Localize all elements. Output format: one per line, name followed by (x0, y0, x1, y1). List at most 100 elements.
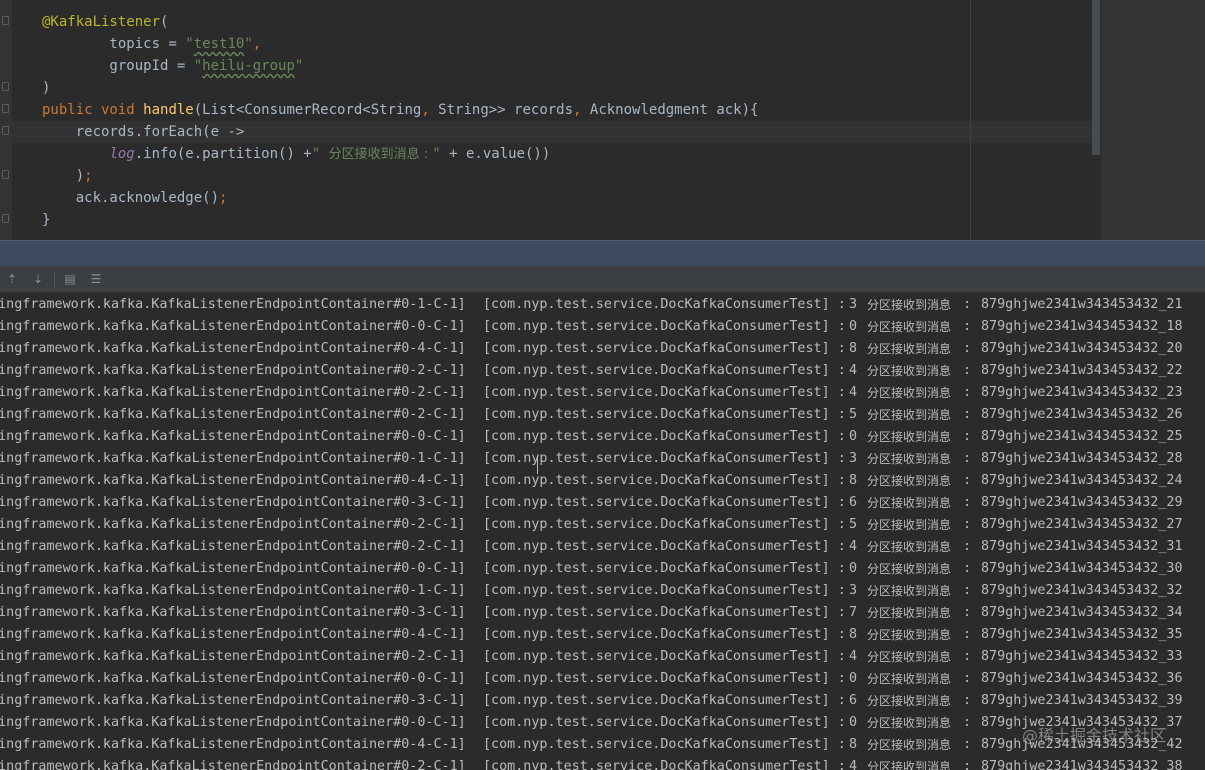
log-thread-id: 4-C-1 (417, 627, 458, 642)
log-value: 879ghjwe2341w343453432_25 (981, 429, 1183, 444)
editor-scrollbar[interactable] (1092, 0, 1100, 155)
log-line[interactable]: oringframework.kafka.KafkaListenerEndpoi… (0, 404, 1205, 426)
scroll-up-icon[interactable]: ⇡ (4, 271, 20, 287)
log-value: 879ghjwe2341w343453432_21 (981, 297, 1183, 312)
tool-window-splitter[interactable] (0, 240, 1205, 266)
log-line[interactable]: oringframework.kafka.KafkaListenerEndpoi… (0, 624, 1205, 646)
log-line[interactable]: oringframework.kafka.KafkaListenerEndpoi… (0, 316, 1205, 338)
fold-marker-icon[interactable] (2, 104, 9, 113)
console-output[interactable]: oringframework.kafka.KafkaListenerEndpoi… (0, 293, 1205, 770)
code-line[interactable]: records.forEach(e -> (42, 121, 245, 143)
log-line[interactable]: oringframework.kafka.KafkaListenerEndpoi… (0, 514, 1205, 536)
code-token: ) (42, 80, 51, 96)
log-separator: : (963, 561, 972, 576)
text-caret (537, 457, 538, 474)
log-logger: [com.nyp.test.service.DocKafkaConsumerTe… (483, 363, 846, 378)
log-line[interactable]: oringframework.kafka.KafkaListenerEndpoi… (0, 294, 1205, 316)
log-line[interactable]: oringframework.kafka.KafkaListenerEndpoi… (0, 448, 1205, 470)
log-message: 分区接收到消息 (867, 298, 952, 312)
log-value: 879ghjwe2341w343453432_35 (981, 627, 1183, 642)
log-line[interactable]: oringframework.kafka.KafkaListenerEndpoi… (0, 580, 1205, 602)
code-token: " (244, 36, 253, 52)
fold-marker-icon[interactable] (2, 170, 9, 179)
code-token: ) (42, 168, 85, 184)
log-line[interactable]: oringframework.kafka.KafkaListenerEndpoi… (0, 492, 1205, 514)
code-token: , (573, 102, 590, 118)
log-thread-prefix: oringframework.kafka.KafkaListenerEndpoi… (0, 363, 418, 378)
code-line[interactable]: log.info(e.partition() +" 分区接收到消息 : " + … (42, 143, 550, 165)
log-logger: [com.nyp.test.service.DocKafkaConsumerTe… (483, 583, 846, 598)
log-partition: 8 (849, 627, 858, 642)
log-line[interactable]: oringframework.kafka.KafkaListenerEndpoi… (0, 602, 1205, 624)
code-editor[interactable]: @KafkaListener( topics = "test10", group… (0, 0, 1205, 240)
log-thread: oringframework.kafka.KafkaListenerEndpoi… (0, 536, 482, 558)
log-thread: oringframework.kafka.KafkaListenerEndpoi… (0, 448, 482, 470)
log-message: 分区接收到消息 (867, 320, 952, 334)
log-thread: oringframework.kafka.KafkaListenerEndpoi… (0, 316, 482, 338)
scroll-down-icon[interactable]: ⇣ (30, 271, 46, 287)
code-line[interactable]: public void handle(List<ConsumerRecord<S… (42, 99, 758, 121)
log-message: 分区接收到消息 (867, 364, 952, 378)
log-partition: 4 (849, 363, 858, 378)
code-line[interactable]: ); (42, 165, 93, 187)
fold-marker-icon[interactable] (2, 126, 9, 135)
log-line[interactable]: oringframework.kafka.KafkaListenerEndpoi… (0, 382, 1205, 404)
log-separator: : (963, 341, 972, 356)
log-thread-id: 1-C-1 (417, 451, 458, 466)
log-line[interactable]: oringframework.kafka.KafkaListenerEndpoi… (0, 536, 1205, 558)
code-token: , (252, 36, 262, 52)
log-logger: [com.nyp.test.service.DocKafkaConsumerTe… (483, 341, 846, 356)
log-line[interactable]: oringframework.kafka.KafkaListenerEndpoi… (0, 646, 1205, 668)
log-value: 879ghjwe2341w343453432_38 (981, 759, 1183, 770)
log-logger: [com.nyp.test.service.DocKafkaConsumerTe… (483, 627, 846, 642)
log-thread-prefix: oringframework.kafka.KafkaListenerEndpoi… (0, 715, 418, 730)
log-separator: : (963, 319, 972, 334)
fold-marker-icon[interactable] (2, 214, 9, 223)
code-line[interactable]: } (42, 209, 50, 231)
log-partition: 6 (849, 693, 858, 708)
log-message: 分区接收到消息 (867, 672, 952, 686)
log-line[interactable]: oringframework.kafka.KafkaListenerEndpoi… (0, 360, 1205, 382)
log-line[interactable]: oringframework.kafka.KafkaListenerEndpoi… (0, 690, 1205, 712)
log-thread-prefix: oringframework.kafka.KafkaListenerEndpoi… (0, 495, 418, 510)
log-message: 分区接收到消息 (867, 386, 952, 400)
log-thread-prefix: oringframework.kafka.KafkaListenerEndpoi… (0, 297, 418, 312)
log-logger: [com.nyp.test.service.DocKafkaConsumerTe… (483, 495, 846, 510)
code-token: topics = (42, 36, 186, 52)
log-message: 分区接收到消息 (867, 760, 952, 770)
code-line[interactable]: ack.acknowledge(); (42, 187, 228, 209)
settings-icon[interactable]: ☰ (88, 271, 104, 287)
log-line[interactable]: oringframework.kafka.KafkaListenerEndpoi… (0, 668, 1205, 690)
log-line[interactable]: oringframework.kafka.KafkaListenerEndpoi… (0, 756, 1205, 770)
log-message: 分区接收到消息 (867, 694, 952, 708)
print-icon[interactable]: ▤ (62, 271, 78, 287)
log-thread-prefix: oringframework.kafka.KafkaListenerEndpoi… (0, 693, 418, 708)
log-value: 879ghjwe2341w343453432_29 (981, 495, 1183, 510)
log-thread-id: 2-C-1 (417, 649, 458, 664)
code-line[interactable]: topics = "test10", (42, 33, 261, 55)
log-line[interactable]: oringframework.kafka.KafkaListenerEndpoi… (0, 558, 1205, 580)
code-line[interactable]: groupId = "heilu-group" (42, 55, 303, 77)
log-message: 分区接收到消息 (867, 738, 952, 752)
log-thread: oringframework.kafka.KafkaListenerEndpoi… (0, 602, 482, 624)
log-line[interactable]: oringframework.kafka.KafkaListenerEndpoi… (0, 338, 1205, 360)
log-separator: : (963, 649, 972, 664)
fold-marker-icon[interactable] (2, 16, 9, 25)
log-partition: 0 (849, 715, 858, 730)
log-partition: 6 (849, 495, 858, 510)
code-line[interactable]: ) (42, 77, 50, 99)
log-partition: 0 (849, 671, 858, 686)
log-separator: : (963, 429, 972, 444)
log-thread-id: 0-C-1 (417, 429, 458, 444)
log-thread: oringframework.kafka.KafkaListenerEndpoi… (0, 338, 482, 360)
code-line[interactable]: @KafkaListener( (42, 11, 168, 33)
log-thread-prefix: oringframework.kafka.KafkaListenerEndpoi… (0, 407, 418, 422)
log-logger: [com.nyp.test.service.DocKafkaConsumerTe… (483, 671, 846, 686)
log-line[interactable]: oringframework.kafka.KafkaListenerEndpoi… (0, 426, 1205, 448)
log-thread: oringframework.kafka.KafkaListenerEndpoi… (0, 734, 482, 756)
log-logger: [com.nyp.test.service.DocKafkaConsumerTe… (483, 407, 846, 422)
log-line[interactable]: oringframework.kafka.KafkaListenerEndpoi… (0, 470, 1205, 492)
fold-marker-icon[interactable] (2, 82, 9, 91)
log-value: 879ghjwe2341w343453432_20 (981, 341, 1183, 356)
log-thread-prefix: oringframework.kafka.KafkaListenerEndpoi… (0, 539, 418, 554)
